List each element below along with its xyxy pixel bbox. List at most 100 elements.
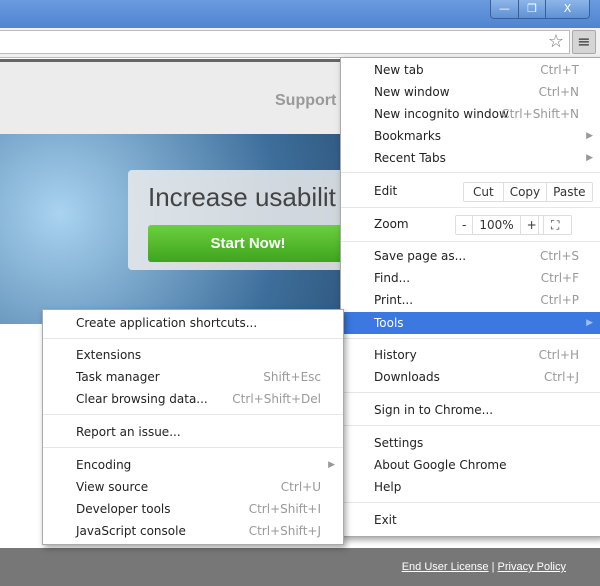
footer-separator: | [491, 561, 495, 573]
menu-help[interactable]: Help [341, 476, 600, 498]
shortcut: Ctrl+U [280, 480, 321, 494]
label: New incognito window [374, 107, 509, 121]
zoom-out-button[interactable]: - [456, 216, 472, 234]
paste-button[interactable]: Paste [546, 183, 591, 201]
submenu-javascript-console[interactable]: JavaScript console Ctrl+Shift+J [43, 520, 343, 542]
zoom-level: 100% [472, 216, 519, 234]
separator [43, 414, 343, 415]
menu-find[interactable]: Find... Ctrl+F [341, 267, 600, 289]
close-button[interactable]: X [545, 0, 589, 18]
label: Extensions [76, 348, 142, 362]
submenu-view-source[interactable]: View source Ctrl+U [43, 476, 343, 498]
shortcut: Ctrl+S [539, 249, 579, 263]
browser-toolbar: ☆ ≡ [0, 28, 600, 58]
label: Edit [374, 184, 398, 198]
hero-text: Increase usabilit [148, 182, 336, 212]
label: View source [76, 480, 149, 494]
copy-button[interactable]: Copy [502, 183, 546, 201]
menu-downloads[interactable]: Downloads Ctrl+J [341, 366, 600, 388]
menu-new-incognito[interactable]: New incognito window Ctrl+Shift+N [341, 103, 600, 125]
label: Clear browsing data... [76, 392, 208, 406]
label: Print... [374, 293, 414, 307]
chrome-main-menu: New tab Ctrl+T New window Ctrl+N New incog… [340, 57, 600, 537]
label: Tools [374, 316, 404, 330]
label: Create application shortcuts... [76, 316, 258, 330]
separator [341, 207, 600, 208]
shortcut: Ctrl+Shift+I [248, 502, 321, 516]
shortcut: Ctrl+F [540, 271, 579, 285]
submenu-create-shortcuts[interactable]: Create application shortcuts... [43, 312, 343, 334]
label: Help [374, 480, 402, 494]
menu-new-window[interactable]: New window Ctrl+N [341, 81, 600, 103]
menu-recent-tabs[interactable]: Recent Tabs ▶ [341, 147, 600, 169]
page-footer: End User License | Privacy Policy [0, 548, 600, 586]
menu-zoom-row: Zoom - 100% + ⛶ [341, 213, 600, 237]
restore-button[interactable]: ❐ [518, 0, 545, 18]
chrome-menu-button[interactable]: ≡ [572, 30, 596, 54]
shortcut: Ctrl+Shift+Del [232, 392, 321, 406]
window-controls: — ❐ X [490, 0, 590, 19]
separator [341, 502, 600, 503]
shortcut: Ctrl+H [538, 348, 579, 362]
separator [43, 447, 343, 448]
separator [341, 172, 600, 173]
start-now-button[interactable]: Start Now! [148, 225, 348, 262]
menu-bookmarks[interactable]: Bookmarks ▶ [341, 125, 600, 147]
submenu-task-manager[interactable]: Task manager Shift+Esc [43, 366, 343, 388]
privacy-link[interactable]: Privacy Policy [498, 561, 566, 573]
menu-exit[interactable]: Exit [341, 509, 600, 531]
submenu-report-issue[interactable]: Report an issue... [43, 421, 343, 443]
shortcut: Ctrl+T [540, 63, 579, 77]
shortcut: Ctrl+Shift+N [501, 107, 579, 121]
separator [341, 338, 600, 339]
minimize-button[interactable]: — [491, 0, 518, 18]
tools-submenu: Create application shortcuts... Extensio… [42, 309, 344, 545]
submenu-clear-data[interactable]: Clear browsing data... Ctrl+Shift+Del [43, 388, 343, 410]
submenu-developer-tools[interactable]: Developer tools Ctrl+Shift+I [43, 498, 343, 520]
menu-about[interactable]: About Google Chrome [341, 454, 600, 476]
label: Task manager [76, 370, 160, 384]
address-bar[interactable] [0, 30, 570, 54]
submenu-arrow-icon: ▶ [328, 460, 335, 470]
submenu-encoding[interactable]: Encoding ▶ [43, 454, 343, 476]
submenu-extensions[interactable]: Extensions [43, 344, 343, 366]
label: Report an issue... [76, 425, 181, 439]
label: New tab [374, 63, 424, 77]
menu-history[interactable]: History Ctrl+H [341, 344, 600, 366]
shortcut: Ctrl+J [544, 370, 579, 384]
support-link[interactable]: Support [275, 92, 336, 110]
cut-button[interactable]: Cut [464, 183, 503, 201]
menu-edit-row: Edit Cut Copy Paste [341, 180, 600, 204]
shortcut: Ctrl+P [540, 293, 579, 307]
separator [341, 241, 600, 242]
menu-save-page[interactable]: Save page as... Ctrl+S [341, 245, 600, 267]
label: Exit [374, 513, 397, 527]
submenu-arrow-icon: ▶ [586, 318, 593, 328]
fullscreen-button[interactable]: ⛶ [539, 216, 571, 234]
label: Encoding [76, 458, 132, 472]
shortcut: Shift+Esc [263, 370, 321, 384]
shortcut: Ctrl+N [538, 85, 579, 99]
label: Zoom [374, 217, 409, 231]
menu-settings[interactable]: Settings [341, 432, 600, 454]
menu-new-tab[interactable]: New tab Ctrl+T [341, 59, 600, 81]
separator [341, 392, 600, 393]
label: New window [374, 85, 450, 99]
eula-link[interactable]: End User License [402, 561, 489, 573]
shortcut: Ctrl+Shift+J [248, 524, 321, 538]
title-bar: — ❐ X [0, 0, 600, 28]
label: History [374, 348, 417, 362]
menu-print[interactable]: Print... Ctrl+P [341, 289, 600, 311]
bookmark-star-icon[interactable]: ☆ [548, 31, 564, 52]
menu-sign-in[interactable]: Sign in to Chrome... [341, 399, 600, 421]
label: Sign in to Chrome... [374, 403, 494, 417]
label: Settings [374, 436, 424, 450]
submenu-arrow-icon: ▶ [586, 131, 593, 141]
label: Bookmarks [374, 129, 442, 143]
label: Save page as... [374, 249, 467, 263]
label: About Google Chrome [374, 458, 507, 472]
hero-box: Increase usabilit Start Now! [128, 170, 348, 270]
menu-tools[interactable]: Tools ▶ [341, 312, 600, 334]
submenu-arrow-icon: ▶ [586, 153, 593, 163]
label: JavaScript console [76, 524, 186, 538]
